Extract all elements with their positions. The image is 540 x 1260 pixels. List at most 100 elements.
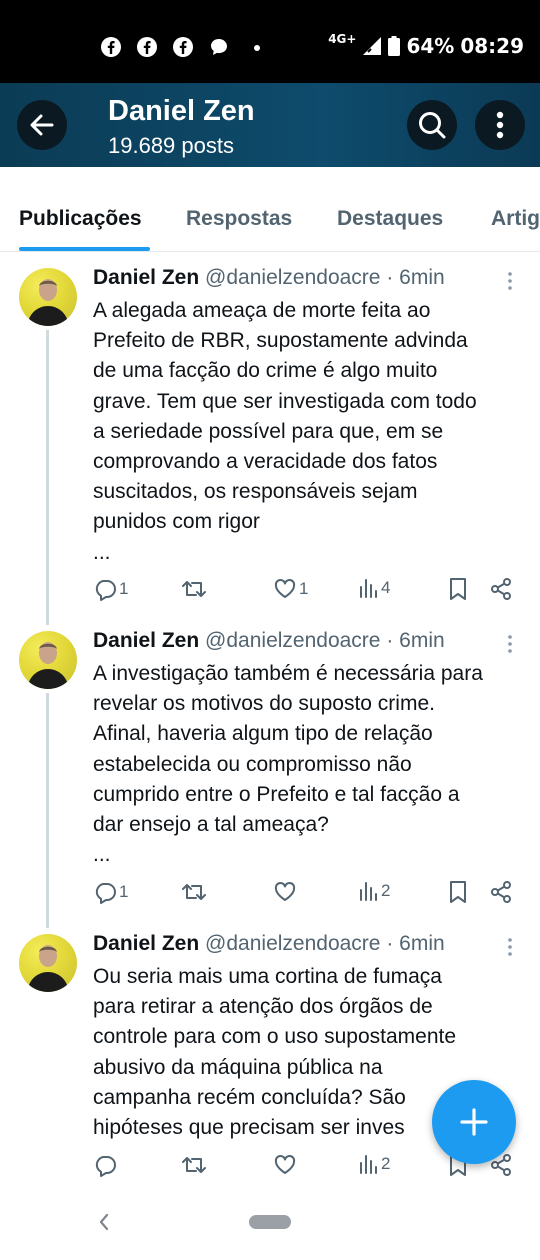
search-icon bbox=[419, 112, 446, 139]
more-vertical-icon bbox=[496, 111, 504, 139]
profile-photo bbox=[27, 642, 69, 689]
tab-respostas[interactable]: Respostas bbox=[186, 207, 292, 231]
author-name[interactable]: Daniel Zen bbox=[93, 629, 199, 652]
reply-icon bbox=[95, 580, 116, 601]
tweet-line: Afinal, haveria algum tipo de relação bbox=[93, 722, 433, 746]
tweet-text: A investigação também é necessária para … bbox=[93, 659, 523, 870]
thread-connector bbox=[46, 693, 49, 928]
tweet-time[interactable]: 6min bbox=[399, 266, 445, 289]
arrow-left-icon bbox=[30, 114, 54, 136]
battery-icon bbox=[388, 36, 401, 56]
tweet-line: Prefeito de RBR, supostamente advinda bbox=[93, 329, 468, 353]
facebook-icon bbox=[101, 37, 121, 57]
reply-button[interactable]: 1 bbox=[93, 880, 128, 904]
author-handle[interactable]: @danielzendoacre bbox=[205, 932, 380, 955]
views-chart-icon bbox=[360, 579, 377, 598]
profile-tabs: Publicações Respostas Destaques Artig bbox=[0, 167, 540, 252]
more-options-button[interactable] bbox=[475, 100, 525, 150]
author-name[interactable]: Daniel Zen bbox=[93, 932, 199, 955]
share-icon[interactable] bbox=[489, 880, 513, 904]
tweet-time[interactable]: 6min bbox=[399, 932, 445, 955]
repost-button[interactable] bbox=[181, 1153, 209, 1177]
plus-icon bbox=[460, 1108, 488, 1136]
tweet-line: punidos com rigor bbox=[93, 510, 260, 534]
tweet-line: revelar os motivos do suposto crime. bbox=[93, 692, 435, 716]
bookmark-icon[interactable] bbox=[448, 880, 468, 904]
views-chart-icon bbox=[360, 1155, 377, 1174]
reply-count: 1 bbox=[119, 882, 129, 901]
tweet-time[interactable]: 6min bbox=[399, 629, 445, 652]
system-status: 4G+ 64% 08:29 bbox=[328, 32, 524, 58]
avatar[interactable] bbox=[19, 631, 77, 689]
chat-icon bbox=[211, 39, 227, 55]
facebook-icon bbox=[137, 37, 157, 57]
status-bar: 4G+ 64% 08:29 bbox=[0, 0, 540, 83]
author-handle[interactable]: @danielzendoacre bbox=[205, 629, 380, 652]
tweet-line: suscitados, os responsáveis sejam bbox=[93, 480, 418, 504]
show-more-ellipsis[interactable]: ... bbox=[93, 840, 523, 870]
separator-dot: · bbox=[386, 932, 394, 955]
more-horizontal-icon[interactable] bbox=[504, 270, 516, 292]
thread-connector bbox=[46, 330, 49, 625]
back-button[interactable] bbox=[17, 100, 67, 150]
views-button[interactable]: 4 bbox=[359, 577, 390, 599]
signal-icon bbox=[363, 37, 382, 55]
more-horizontal-icon[interactable] bbox=[504, 633, 516, 655]
heart-icon bbox=[274, 1155, 296, 1174]
author-name[interactable]: Daniel Zen bbox=[93, 266, 199, 289]
nav-back-icon[interactable] bbox=[96, 1212, 112, 1232]
bookmark-icon[interactable] bbox=[448, 577, 468, 601]
heart-icon bbox=[274, 882, 296, 901]
reply-icon bbox=[95, 1156, 116, 1177]
search-button[interactable] bbox=[407, 100, 457, 150]
like-button[interactable] bbox=[273, 1153, 299, 1177]
active-tab-indicator bbox=[19, 247, 150, 251]
avatar[interactable] bbox=[19, 268, 77, 326]
author-handle[interactable]: @danielzendoacre bbox=[205, 266, 380, 289]
separator-dot: · bbox=[386, 629, 394, 652]
like-button[interactable]: 1 bbox=[273, 577, 308, 601]
tweet-header: Daniel Zen @danielzendoacre · 6min bbox=[93, 629, 445, 653]
profile-header: Daniel Zen 19.689 posts bbox=[0, 83, 540, 167]
more-horizontal-icon[interactable] bbox=[504, 936, 516, 958]
tab-destaques[interactable]: Destaques bbox=[337, 207, 443, 231]
network-type: 4G+ bbox=[328, 32, 357, 46]
like-count: 1 bbox=[299, 579, 309, 598]
reply-icon bbox=[95, 883, 116, 904]
views-button[interactable]: 2 bbox=[359, 880, 390, 902]
tweet-line: A alegada ameaça de morte feita ao bbox=[93, 299, 431, 322]
facebook-icon bbox=[173, 37, 193, 57]
tweet-header: Daniel Zen @danielzendoacre · 6min bbox=[93, 266, 445, 290]
repost-button[interactable] bbox=[181, 577, 209, 601]
tweet-line: a seriedade possível para que, em se bbox=[93, 419, 444, 443]
tweet-line: grave. Tem que ser investigada com todo bbox=[93, 389, 477, 413]
view-count: 2 bbox=[381, 881, 391, 900]
tweet-line: comprovando a veracidade dos fatos bbox=[93, 450, 438, 474]
tweet-line: dar ensejo a tal ameaça? bbox=[93, 813, 329, 837]
like-button[interactable] bbox=[273, 880, 299, 904]
profile-name: Daniel Zen bbox=[108, 95, 255, 127]
view-count: 2 bbox=[381, 1154, 391, 1173]
profile-photo bbox=[27, 279, 69, 326]
compose-post-button[interactable] bbox=[432, 1080, 516, 1164]
avatar[interactable] bbox=[19, 934, 77, 992]
reply-button[interactable] bbox=[93, 1153, 119, 1177]
reply-count: 1 bbox=[119, 579, 129, 598]
more-notifications-dot bbox=[254, 45, 260, 51]
post-count: 19.689 posts bbox=[108, 133, 234, 158]
view-count: 4 bbox=[381, 578, 391, 597]
tweet-line: A investigação também é necessária para bbox=[93, 662, 483, 685]
show-more-ellipsis[interactable]: ... bbox=[93, 538, 523, 568]
repost-button[interactable] bbox=[181, 880, 209, 904]
battery-percent: 64% bbox=[406, 34, 455, 58]
tab-publicacoes[interactable]: Publicações bbox=[19, 207, 142, 231]
share-icon[interactable] bbox=[489, 577, 513, 601]
system-navigation-bar bbox=[0, 1198, 540, 1260]
repost-icon bbox=[182, 1157, 206, 1173]
nav-home-pill[interactable] bbox=[249, 1215, 291, 1229]
tab-artigos[interactable]: Artig bbox=[491, 207, 540, 231]
views-button[interactable]: 2 bbox=[359, 1153, 390, 1175]
tweet-line: cumprido entre o Prefeito e tal facção a bbox=[93, 782, 460, 806]
reply-button[interactable]: 1 bbox=[93, 577, 128, 601]
clock: 08:29 bbox=[460, 34, 524, 58]
